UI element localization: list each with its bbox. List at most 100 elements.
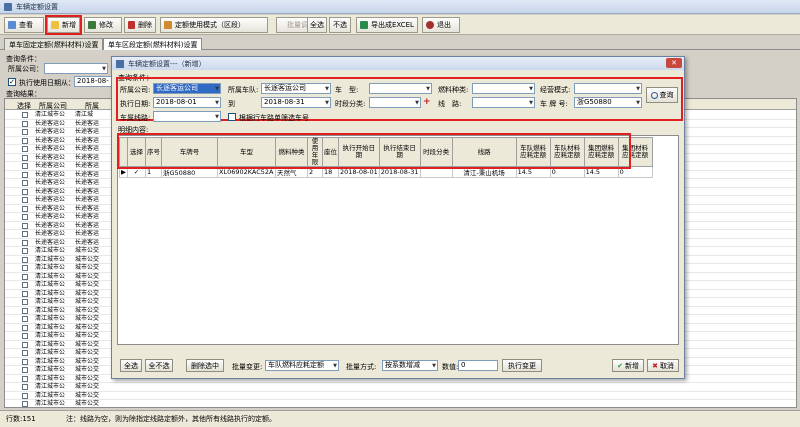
row-checkbox[interactable] (22, 112, 28, 118)
row-checkbox[interactable] (22, 129, 28, 135)
add-period-icon[interactable]: + (423, 98, 431, 107)
execute-change-button[interactable]: 执行变更 (502, 359, 542, 372)
cell-company: 长途客运公 (35, 196, 66, 203)
row-checkbox[interactable] (22, 256, 28, 263)
row-checkbox[interactable] (22, 171, 28, 178)
filter-by-waybill-checkbox[interactable] (228, 113, 236, 121)
row-checkbox[interactable] (22, 307, 28, 314)
row-checkbox[interactable] (22, 197, 28, 203)
route-select[interactable] (472, 97, 535, 108)
row-checkbox[interactable] (22, 316, 28, 322)
row-checkbox[interactable] (22, 120, 28, 127)
plate-select[interactable]: 浙G50880 (574, 97, 642, 108)
cell-team: 长途客运 (75, 128, 100, 135)
row-checkbox[interactable] (22, 239, 28, 246)
table-row[interactable]: 清江城市公 城市公交 (5, 400, 796, 407)
company-label: 所属公司: (120, 86, 151, 94)
row-checkbox[interactable] (22, 273, 28, 280)
row-checkbox[interactable] (22, 282, 28, 288)
cell-company: 清江城市公 (35, 272, 66, 280)
cell-company: 清江城市公 (35, 374, 66, 382)
view-button[interactable]: 查看 (4, 17, 44, 33)
close-icon[interactable]: ✕ (666, 58, 682, 68)
number-input[interactable]: 0 (458, 360, 498, 371)
row-checkbox[interactable] (22, 137, 28, 144)
cell-company: 清江城市公 (35, 400, 66, 407)
batch-mode-select[interactable]: 按系数增减 (382, 360, 438, 371)
settings-icon (164, 21, 172, 29)
row-checkbox[interactable] (22, 146, 28, 152)
cell-company: 长途客运公 (35, 145, 66, 152)
row-checkbox[interactable] (22, 350, 28, 356)
row-checkbox[interactable] (22, 163, 28, 169)
dialog-icon (116, 59, 124, 68)
row-checkbox[interactable] (22, 392, 28, 399)
cell-team: 长途客运 (75, 145, 100, 152)
quota-mode-button[interactable]: 定额使用模式（区段） (160, 17, 268, 33)
row-checkbox[interactable] (22, 367, 28, 373)
query-button[interactable]: 查询 (646, 87, 678, 103)
row-checkbox[interactable] (22, 401, 28, 407)
period-select[interactable] (369, 97, 421, 108)
row-checkbox[interactable] (22, 248, 28, 254)
row-checkbox[interactable] (22, 290, 28, 297)
cell-team: 长途客运 (75, 221, 100, 229)
team-label: 所属车队: (228, 86, 259, 94)
select-all-button[interactable]: 全选 (307, 17, 327, 33)
row-checkbox[interactable] (22, 214, 28, 220)
company-select[interactable]: 长途客运公司 (153, 83, 221, 94)
table-row[interactable]: 清江城市公 城市公交 (5, 383, 796, 392)
row-checkbox[interactable] (22, 333, 28, 339)
edit-button[interactable]: 修改 (84, 17, 122, 33)
cell-company: 清江城市公 (35, 391, 66, 399)
excel-icon (360, 21, 368, 29)
table-row[interactable]: 清江城市公 城市公交 (5, 391, 796, 400)
row-checkbox[interactable] (22, 222, 28, 229)
exit-button[interactable]: 退出 (422, 17, 460, 33)
header-team: 所属 (85, 102, 99, 110)
fuel-select[interactable] (472, 83, 535, 94)
cancel-button[interactable]: ✖ 取消 (647, 359, 679, 372)
select-none-button[interactable]: 不选 (329, 17, 351, 33)
date-to-picker[interactable]: 2018-08-31 (261, 97, 331, 108)
export-excel-button[interactable]: 导出成EXCEL (356, 17, 418, 33)
row-checkbox[interactable] (22, 324, 28, 331)
delete-selected-button[interactable]: 删除选中 (186, 359, 224, 372)
cell-company: 长途客运公 (35, 230, 66, 237)
add-record-button[interactable]: ✔ 新增 (612, 359, 644, 372)
cell-team: 城市公交 (75, 391, 100, 399)
exec-date-input[interactable]: 2018-08- (74, 76, 114, 87)
row-checkbox[interactable] (22, 384, 28, 390)
add-button[interactable]: 新增 (45, 15, 82, 35)
company-select[interactable] (44, 63, 108, 74)
model-select[interactable] (369, 83, 432, 94)
row-checkbox[interactable] (22, 154, 28, 161)
vehicle-route-select[interactable] (153, 111, 221, 122)
cell-team: 长途客运 (75, 119, 100, 127)
tab-fixed-quota[interactable]: 单车固定定额(燃料材料)设置 (4, 38, 104, 50)
exec-date-checkbox[interactable]: ✓ (8, 78, 16, 86)
row-checkbox[interactable] (22, 231, 28, 237)
cell-team: 城市公交 (75, 366, 100, 373)
cell-team: 城市公交 (75, 383, 100, 390)
tab-section-quota[interactable]: 单车区段定额(燃料材料)设置 (103, 38, 203, 50)
business-mode-select[interactable] (574, 83, 642, 94)
row-checkbox[interactable] (22, 180, 28, 186)
row-checkbox[interactable] (22, 265, 28, 271)
row-checkbox[interactable] (22, 188, 28, 195)
batch-change-select[interactable]: 车队燃料应耗定额 (265, 360, 339, 371)
date-from-picker[interactable]: 2018-08-01 (153, 97, 221, 108)
row-checkbox[interactable] (22, 299, 28, 305)
row-checkbox[interactable] (22, 341, 28, 348)
delete-button[interactable]: 删除 (124, 17, 156, 33)
row-checkbox[interactable] (22, 358, 28, 365)
exit-icon (426, 21, 434, 29)
select-none-button[interactable]: 全不选 (145, 359, 173, 372)
cell-team: 长途客运 (75, 230, 100, 237)
team-select[interactable]: 长途客运公司 (261, 83, 331, 94)
row-checkbox[interactable] (22, 205, 28, 212)
business-mode-label: 经营模式: (540, 86, 571, 94)
cell-company: 清江城市公 (35, 349, 66, 356)
row-checkbox[interactable] (22, 375, 28, 382)
select-all-button[interactable]: 全选 (120, 359, 142, 372)
